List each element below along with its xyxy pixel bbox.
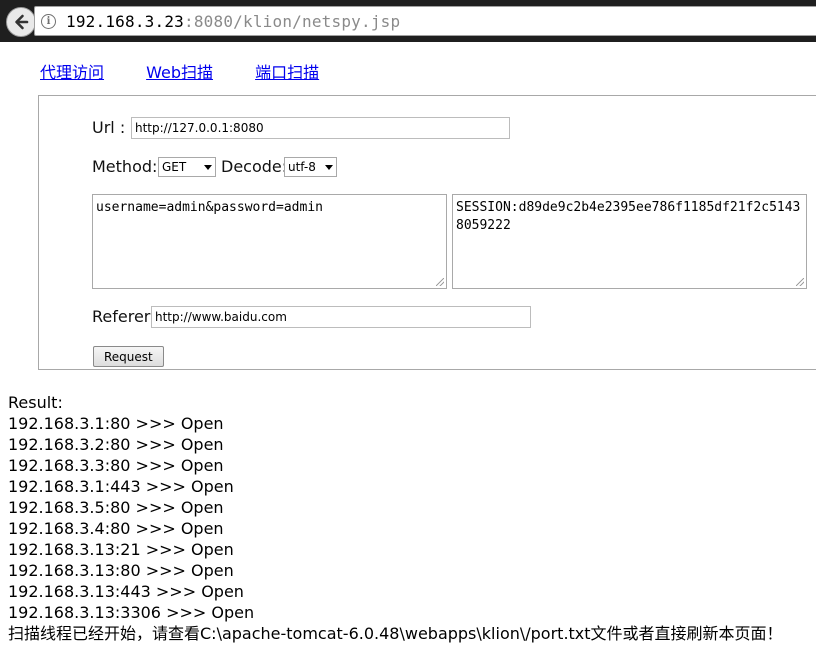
referer-input[interactable]: http://www.baidu.com bbox=[151, 306, 531, 328]
nav-links: 代理访问 Web扫描 端口扫描 bbox=[40, 59, 356, 83]
url-label: Url : bbox=[92, 118, 126, 137]
result-line: 192.168.3.13:80 >>> Open bbox=[8, 561, 234, 580]
url-input[interactable]: http://127.0.0.1:8080 bbox=[131, 117, 510, 139]
back-button[interactable] bbox=[6, 7, 36, 37]
resize-grip-icon[interactable] bbox=[796, 278, 804, 286]
post-body-textarea[interactable]: username=admin&password=admin bbox=[92, 194, 447, 289]
address-bar[interactable]: i 192.168.3.23:8080/klion/netspy.jsp bbox=[34, 6, 816, 36]
address-text: 192.168.3.23:8080/klion/netspy.jsp bbox=[66, 11, 401, 31]
result-line: 192.168.3.2:80 >>> Open bbox=[8, 435, 224, 454]
browser-toolbar: i 192.168.3.23:8080/klion/netspy.jsp bbox=[0, 0, 816, 42]
result-output: Result: 192.168.3.1:80 >>> Open 192.168.… bbox=[8, 392, 783, 644]
result-heading: Result: bbox=[8, 393, 63, 412]
cookie-text: SESSION:d89de9c2b4e2395ee786f1185df21f2c… bbox=[456, 200, 801, 233]
method-label: Method: bbox=[92, 157, 158, 176]
post-body-text: username=admin&password=admin bbox=[96, 200, 323, 215]
result-line: 192.168.3.1:80 >>> Open bbox=[8, 414, 224, 433]
resize-grip-icon[interactable] bbox=[436, 278, 444, 286]
chevron-down-icon bbox=[325, 164, 333, 170]
nav-link-port-scan[interactable]: 端口扫描 bbox=[255, 63, 319, 82]
result-line: 192.168.3.1:443 >>> Open bbox=[8, 477, 234, 496]
result-line: 192.168.3.3:80 >>> Open bbox=[8, 456, 224, 475]
request-button[interactable]: Request bbox=[93, 346, 164, 367]
decode-select-value: utf-8 bbox=[288, 160, 316, 174]
method-select-value: GET bbox=[162, 160, 187, 174]
method-select[interactable]: GET bbox=[158, 157, 216, 177]
nav-link-web-scan[interactable]: Web扫描 bbox=[146, 63, 213, 82]
decode-select[interactable]: utf-8 bbox=[284, 157, 337, 177]
cookie-textarea[interactable]: SESSION:d89de9c2b4e2395ee786f1185df21f2c… bbox=[452, 194, 807, 289]
nav-link-proxy[interactable]: 代理访问 bbox=[40, 63, 104, 82]
result-line: 192.168.3.13:443 >>> Open bbox=[8, 582, 244, 601]
result-line: 192.168.3.13:21 >>> Open bbox=[8, 540, 234, 559]
result-line: 192.168.3.5:80 >>> Open bbox=[8, 498, 224, 517]
result-footer-message: 扫描线程已经开始，请查看C:\apache-tomcat-6.0.48\weba… bbox=[8, 624, 783, 643]
back-arrow-icon bbox=[15, 14, 29, 30]
result-line: 192.168.3.4:80 >>> Open bbox=[8, 519, 224, 538]
decode-label: Decode: bbox=[221, 157, 288, 176]
chevron-down-icon bbox=[204, 164, 212, 170]
info-icon[interactable]: i bbox=[41, 13, 56, 29]
referer-label: Referer: bbox=[92, 307, 156, 326]
result-line: 192.168.3.13:3306 >>> Open bbox=[8, 603, 255, 622]
request-form: Url : http://127.0.0.1:8080 Method: GET … bbox=[38, 95, 816, 370]
